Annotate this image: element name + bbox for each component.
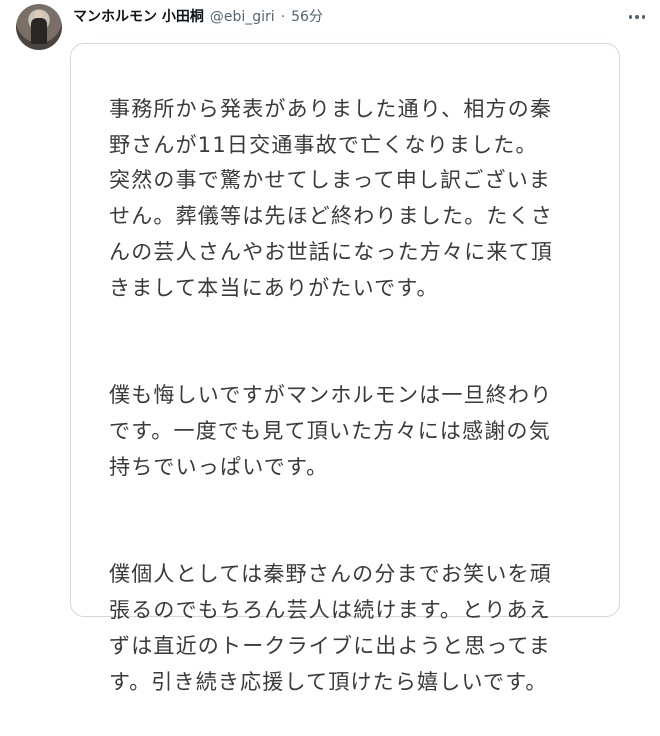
display-name[interactable]: マンホルモン 小田桐 (73, 6, 204, 26)
more-horizontal-icon[interactable] (626, 6, 648, 28)
timestamp[interactable]: 56分 (291, 6, 323, 26)
statement-paragraph-1: 事務所から発表がありました通り、相方の秦 野さんが11日交通事故で亡くなりました… (109, 96, 553, 300)
avatar-figure (31, 18, 47, 44)
statement-paragraph-2: 僕も悔しいですがマンホルモンは一旦終わり です。一度でも見て頂いた方々には感謝の… (109, 383, 553, 479)
tweet-header: マンホルモン 小田桐 @ebi_giri · 56分 (73, 6, 323, 28)
avatar[interactable] (16, 4, 62, 50)
tweet-image-card[interactable]: 事務所から発表がありました通り、相方の秦 野さんが11日交通事故で亡くなりました… (70, 43, 620, 694)
statement-paragraph-3: 僕個人としては秦野さんの分までお笑いを頑 張るのでもちろん芸人は続けます。とりあ… (109, 562, 552, 694)
user-handle[interactable]: @ebi_giri (210, 9, 275, 25)
image-text-body: 事務所から発表がありました通り、相方の秦 野さんが11日交通事故で亡くなりました… (109, 56, 589, 736)
separator-dot: · (280, 9, 286, 25)
